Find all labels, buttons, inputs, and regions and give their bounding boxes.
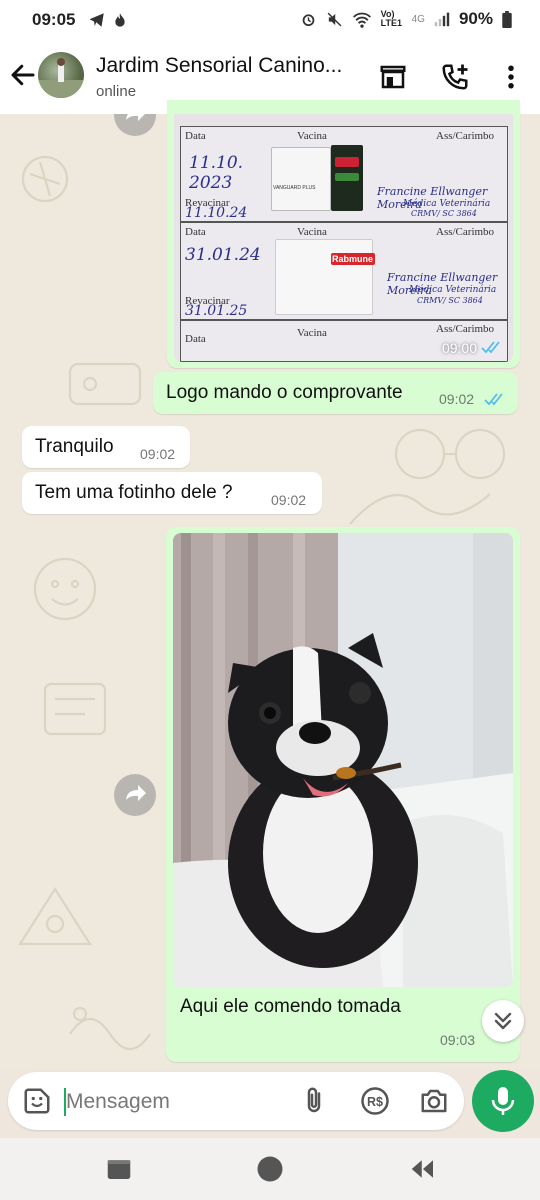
vaccine-sticker: [335, 173, 359, 181]
card-crmv: CRMV/ SC 3864: [411, 209, 477, 218]
card-crmv: CRMV/ SC 3864: [417, 296, 483, 305]
card-stamp-label: Ass/Carimbo: [436, 226, 495, 238]
message-text: Tem uma fotinho dele ?: [35, 482, 233, 503]
card-date-value: 31.01.24: [185, 245, 261, 265]
more-vert-icon[interactable]: [496, 62, 526, 92]
vaccine-card-image[interactable]: Data Vacina Ass/Carimbo 11.10. 2023 Reva…: [174, 114, 513, 362]
attach-icon[interactable]: [299, 1086, 329, 1116]
back-arrow-icon[interactable]: [8, 60, 38, 90]
network-label: Vo) LTE1: [380, 9, 402, 28]
wallpaper-doodle: [33, 557, 97, 621]
mic-icon: [491, 1087, 515, 1115]
message-bubble-in[interactable]: Tem uma fotinho dele ? 09:02: [22, 472, 322, 514]
system-nav-bar: [0, 1138, 540, 1200]
read-ticks-icon: [484, 393, 503, 406]
card-row: Data Vacina Ass/Carimbo 31.01.24 Revacin…: [180, 222, 508, 320]
read-ticks-icon: [481, 341, 500, 354]
wallpaper-doodle: [21, 155, 69, 203]
image-caption: Aqui ele comendo tomada: [180, 996, 401, 1017]
vaccine-sticker: [271, 147, 331, 211]
message-composer: R$: [8, 1072, 464, 1130]
battery-icon: [502, 10, 512, 28]
wallpaper-doodle: [68, 362, 142, 406]
flame-icon: [115, 13, 125, 27]
signal-icon: [434, 12, 450, 27]
text-caret: [64, 1088, 66, 1116]
message-input[interactable]: [64, 1084, 288, 1120]
home-icon[interactable]: [255, 1154, 285, 1184]
svg-text:R$: R$: [367, 1095, 383, 1109]
wallpaper-doodle: [349, 493, 491, 525]
image-time: 09:00: [441, 340, 477, 356]
dog-photo-illustration: [173, 533, 513, 987]
forward-icon: [126, 785, 146, 801]
message-text: Logo mando o comprovante: [166, 382, 403, 403]
battery-percent: 90%: [458, 9, 493, 28]
card-vaccine-label: Vacina: [297, 130, 327, 142]
alarm-icon: [302, 13, 314, 26]
card-stamp-label: Ass/Carimbo: [436, 323, 495, 335]
double-chevron-down-icon: [494, 1012, 512, 1030]
wallpaper-doodle: [69, 1006, 151, 1051]
card-date-label: Data: [185, 333, 206, 345]
signal-gen-label: 4G: [411, 13, 425, 25]
message-text: Tranquilo: [35, 436, 114, 457]
dog-photo[interactable]: [173, 533, 513, 987]
message-bubble-out[interactable]: Logo mando o comprovante 09:02: [153, 372, 518, 414]
message-bubble-in[interactable]: Tranquilo 09:02: [22, 426, 190, 468]
card-signature-title: Médica Veterinária: [403, 199, 491, 209]
card-date-label: Data: [185, 226, 206, 238]
card-row: Data Vacina Ass/Carimbo 11.10. 2023 Reva…: [180, 126, 508, 222]
wallpaper-doodle: [17, 886, 93, 946]
wifi-icon: [352, 12, 371, 28]
vaccine-sticker-name: Rabmune: [332, 254, 374, 264]
mute-icon: [327, 12, 342, 26]
message-time: 09:02: [439, 391, 475, 407]
avatar[interactable]: [38, 52, 84, 98]
chat-title[interactable]: Jardim Sensorial Canino...: [96, 54, 342, 78]
camera-icon[interactable]: [419, 1086, 449, 1116]
sticker-icon[interactable]: [22, 1086, 52, 1116]
card-stamp-label: Ass/Carimbo: [436, 130, 495, 142]
vaccine-sticker: [335, 157, 359, 167]
card-vaccine-label: Vacina: [297, 327, 327, 339]
wallpaper-doodle: [43, 682, 107, 736]
forward-button[interactable]: [114, 774, 156, 816]
vaccine-sticker: [275, 239, 373, 315]
message-time: 09:03: [440, 1032, 476, 1048]
message-time: 09:02: [140, 446, 176, 462]
voice-record-button[interactable]: [472, 1070, 534, 1132]
status-bar: 09:05 Vo) LTE1 4G 90%: [0, 0, 540, 40]
vaccine-sticker-name: VANGUARD PLUS: [273, 185, 316, 191]
card-date-value: 11.10. 2023: [189, 153, 244, 193]
scroll-to-bottom-button[interactable]: [482, 1000, 524, 1042]
card-date-label: Data: [185, 130, 206, 142]
telegram-icon: [89, 13, 104, 27]
recent-apps-icon[interactable]: [104, 1154, 134, 1184]
forward-icon: [126, 114, 145, 121]
storefront-icon[interactable]: [378, 62, 408, 92]
forward-button[interactable]: [114, 114, 156, 136]
card-vaccine-label: Vacina: [297, 226, 327, 238]
chat-status: online: [96, 83, 137, 100]
card-signature-title: Médica Veterinária: [409, 285, 497, 295]
add-call-icon[interactable]: [440, 62, 470, 92]
back-nav-icon[interactable]: [408, 1154, 438, 1184]
card-revaccinate-value: 11.10.24: [185, 205, 248, 221]
card-revaccinate-value: 31.01.25: [185, 303, 248, 319]
status-time: 09:05: [32, 10, 76, 29]
message-time: 09:02: [271, 492, 307, 508]
payment-icon[interactable]: R$: [360, 1086, 390, 1116]
